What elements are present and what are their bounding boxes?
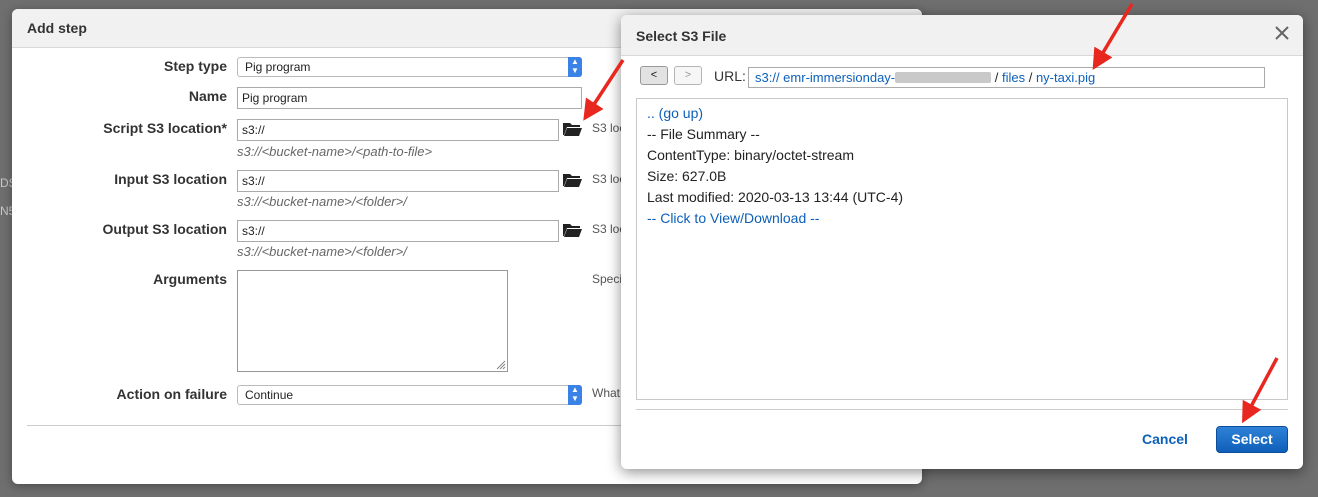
redacted-bucket-suffix xyxy=(895,72,992,83)
step-type-value: Pig program xyxy=(245,60,311,74)
name-label: Name xyxy=(188,88,227,104)
file-summary-heading: -- File Summary -- xyxy=(647,126,760,142)
divider xyxy=(636,409,1288,410)
action-on-failure-value: Continue xyxy=(245,388,294,402)
select-button[interactable]: Select xyxy=(1216,426,1288,453)
cancel-button[interactable]: Cancel xyxy=(1142,431,1188,447)
go-up-link[interactable]: .. (go up) xyxy=(647,105,703,121)
url-bucket-link[interactable]: s3:// emr-immersionday- xyxy=(755,70,895,85)
action-on-failure-select[interactable]: Continue ▲ ▼ xyxy=(237,385,582,405)
step-type-select[interactable]: Pig program ▲ ▼ xyxy=(237,57,582,77)
script-s3-input[interactable]: s3:// xyxy=(237,119,559,141)
dialog-title: Select S3 File xyxy=(621,15,1303,56)
select-arrows-icon: ▲ ▼ xyxy=(568,385,582,405)
url-folder-link[interactable]: files xyxy=(1002,70,1025,85)
action-on-failure-label: Action on failure xyxy=(116,386,227,402)
script-s3-label: Script S3 location* xyxy=(103,120,227,136)
content-type-text: ContentType: binary/octet-stream xyxy=(647,147,854,163)
folder-icon[interactable] xyxy=(563,122,582,136)
folder-icon[interactable] xyxy=(563,173,582,187)
forward-button[interactable]: > xyxy=(674,66,702,85)
output-hint: s3://<bucket-name>/<folder>/ xyxy=(237,244,407,259)
select-arrows-icon: ▲ ▼ xyxy=(568,57,582,77)
close-icon[interactable] xyxy=(1274,25,1290,41)
size-text: Size: 627.0B xyxy=(647,168,727,184)
url-input[interactable]: s3:// emr-immersionday- / files / ny-tax… xyxy=(748,67,1265,88)
back-button[interactable]: < xyxy=(640,66,668,85)
select-s3-file-dialog: Select S3 File < > URL: s3:// emr-immers… xyxy=(621,15,1303,469)
action-help-text: What xyxy=(592,386,621,400)
input-s3-label: Input S3 location xyxy=(114,171,227,187)
name-input[interactable]: Pig program xyxy=(237,87,582,109)
url-separator: / xyxy=(991,70,1002,85)
last-modified-text: Last modified: 2020-03-13 13:44 (UTC-4) xyxy=(647,189,904,205)
step-type-label: Step type xyxy=(163,58,227,74)
view-download-link[interactable]: -- Click to View/Download -- xyxy=(647,210,819,226)
output-s3-input[interactable]: s3:// xyxy=(237,220,559,242)
script-hint: s3://<bucket-name>/<path-to-file> xyxy=(237,144,433,159)
output-s3-label: Output S3 location xyxy=(102,221,227,237)
arguments-label: Arguments xyxy=(153,271,227,287)
url-label: URL: xyxy=(714,68,746,84)
resize-grip-icon[interactable] xyxy=(496,360,506,370)
arguments-textarea[interactable] xyxy=(237,270,508,372)
input-s3-input[interactable]: s3:// xyxy=(237,170,559,192)
input-hint: s3://<bucket-name>/<folder>/ xyxy=(237,194,407,209)
folder-icon[interactable] xyxy=(563,223,582,237)
url-file-link[interactable]: ny-taxi.pig xyxy=(1036,70,1095,85)
url-separator: / xyxy=(1025,70,1036,85)
file-listing-panel: .. (go up) -- File Summary -- ContentTyp… xyxy=(636,98,1288,400)
arguments-help-text: Speci xyxy=(592,272,623,286)
